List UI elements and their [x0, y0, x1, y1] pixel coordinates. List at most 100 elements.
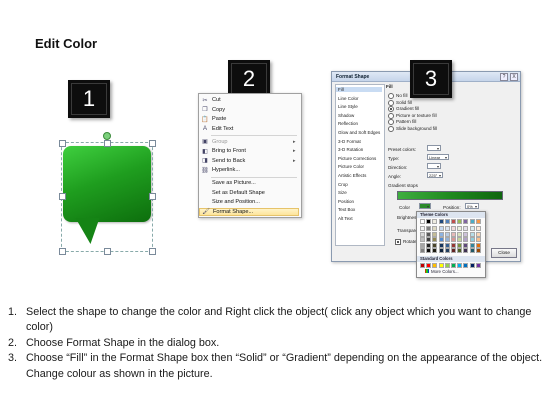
color-swatch[interactable] — [444, 263, 450, 268]
color-swatch[interactable] — [432, 248, 438, 254]
color-swatch[interactable] — [469, 242, 475, 248]
color-swatch[interactable] — [475, 231, 481, 237]
color-swatch[interactable] — [463, 231, 469, 237]
close-icon[interactable]: X — [510, 73, 518, 81]
color-swatch[interactable] — [463, 237, 469, 243]
color-swatch[interactable] — [438, 237, 444, 243]
color-swatch[interactable] — [463, 248, 469, 254]
menu-item-hyperlink[interactable]: ⛓ Hyperlink... — [199, 166, 299, 175]
color-swatch[interactable] — [451, 263, 456, 268]
category-item[interactable]: Shadow — [338, 113, 354, 118]
color-swatch[interactable] — [469, 248, 475, 254]
resize-handle[interactable] — [149, 248, 156, 255]
menu-item-size-and-position[interactable]: Size and Position... — [199, 198, 299, 207]
color-swatch[interactable] — [438, 226, 444, 231]
type-dropdown[interactable]: Linear — [427, 154, 449, 160]
color-swatch[interactable] — [469, 237, 475, 243]
color-swatch[interactable] — [444, 219, 450, 224]
fill-option[interactable]: Solid fill — [388, 99, 412, 106]
color-swatch[interactable] — [463, 263, 469, 268]
color-swatch[interactable] — [432, 237, 438, 243]
color-swatch[interactable] — [420, 231, 425, 237]
rotation-handle[interactable] — [103, 132, 111, 140]
color-swatch[interactable] — [475, 263, 481, 268]
preset-colors-dropdown[interactable] — [427, 145, 441, 151]
fill-option[interactable]: No fill — [388, 93, 408, 99]
category-item[interactable]: Fill — [336, 87, 382, 92]
color-swatch[interactable] — [451, 237, 456, 243]
color-swatch[interactable] — [420, 226, 425, 231]
color-swatch[interactable] — [457, 263, 463, 268]
rotate-checkbox[interactable] — [395, 239, 401, 245]
resize-handle[interactable] — [149, 140, 156, 147]
direction-dropdown[interactable] — [427, 163, 441, 169]
color-swatch[interactable] — [444, 242, 450, 248]
menu-item-save-as-picture[interactable]: Save as Picture... — [199, 179, 299, 188]
category-item[interactable]: Reflection — [338, 121, 358, 126]
category-item[interactable]: Position — [338, 199, 354, 204]
color-swatch[interactable] — [438, 231, 444, 237]
color-swatch[interactable] — [457, 237, 463, 243]
fill-option[interactable]: Pattern fill — [388, 119, 416, 126]
resize-handle[interactable] — [104, 248, 111, 255]
category-item[interactable]: Text Box — [338, 207, 355, 212]
menu-item-group[interactable]: ▣ Group ▸ — [199, 137, 299, 146]
color-swatch[interactable] — [438, 242, 444, 248]
category-item[interactable]: Line Color — [338, 96, 359, 101]
color-swatch[interactable] — [469, 226, 475, 231]
menu-item-format-shape[interactable]: 🖌 Format Shape... — [199, 207, 299, 217]
color-swatch[interactable] — [432, 226, 438, 231]
close-button[interactable]: Close — [491, 248, 517, 258]
color-swatch[interactable] — [420, 237, 425, 243]
color-swatch[interactable] — [426, 242, 432, 248]
resize-handle[interactable] — [59, 193, 66, 200]
color-swatch[interactable] — [426, 219, 432, 224]
color-swatch[interactable] — [457, 242, 463, 248]
color-swatch[interactable] — [457, 248, 463, 254]
green-callout-shape[interactable] — [57, 132, 157, 255]
resize-handle[interactable] — [59, 248, 66, 255]
color-swatch[interactable] — [475, 237, 481, 243]
category-item[interactable]: Size — [338, 190, 347, 195]
help-button[interactable]: ? — [500, 73, 508, 81]
fill-option[interactable]: Gradient fill — [388, 106, 419, 113]
color-swatch[interactable] — [438, 248, 444, 254]
menu-item-copy[interactable]: ❐ Copy — [199, 106, 299, 115]
color-swatch[interactable] — [444, 237, 450, 243]
color-picker-button[interactable] — [419, 203, 431, 209]
color-swatch[interactable] — [426, 231, 432, 237]
color-swatch[interactable] — [451, 242, 456, 248]
category-item[interactable]: Picture Corrections — [338, 156, 376, 161]
color-swatch[interactable] — [432, 219, 438, 224]
fill-option[interactable]: Picture or texture fill — [388, 112, 437, 119]
color-swatch[interactable] — [451, 226, 456, 231]
rotate-checkbox-label[interactable]: Rotate — [395, 239, 417, 245]
color-swatch[interactable] — [457, 231, 463, 237]
color-swatch[interactable] — [444, 226, 450, 231]
color-swatch[interactable] — [444, 231, 450, 237]
resize-handle[interactable] — [104, 140, 111, 147]
resize-handle[interactable] — [59, 140, 66, 147]
angle-input[interactable]: 225° — [427, 172, 443, 178]
color-swatch[interactable] — [444, 248, 450, 254]
color-swatch[interactable] — [420, 248, 425, 254]
category-item[interactable]: Alt Text — [338, 216, 353, 221]
color-swatch[interactable] — [451, 219, 456, 224]
color-swatch[interactable] — [457, 219, 463, 224]
color-swatch[interactable] — [469, 231, 475, 237]
radio-button[interactable] — [388, 126, 394, 132]
radio-button[interactable] — [388, 99, 394, 106]
color-swatch[interactable] — [432, 263, 438, 268]
menu-item-cut[interactable]: ✂ Cut — [199, 96, 299, 105]
color-swatch[interactable] — [426, 263, 432, 268]
category-item[interactable]: 3-D Rotation — [338, 147, 363, 152]
radio-button[interactable] — [388, 112, 394, 119]
color-swatch[interactable] — [426, 237, 432, 243]
category-item[interactable]: 3-D Format — [338, 139, 361, 144]
color-swatch[interactable] — [463, 242, 469, 248]
category-item[interactable]: Crop — [338, 182, 348, 187]
color-swatch[interactable] — [451, 231, 456, 237]
color-swatch[interactable] — [475, 226, 481, 231]
color-swatch[interactable] — [451, 248, 456, 254]
color-swatch[interactable] — [426, 226, 432, 231]
